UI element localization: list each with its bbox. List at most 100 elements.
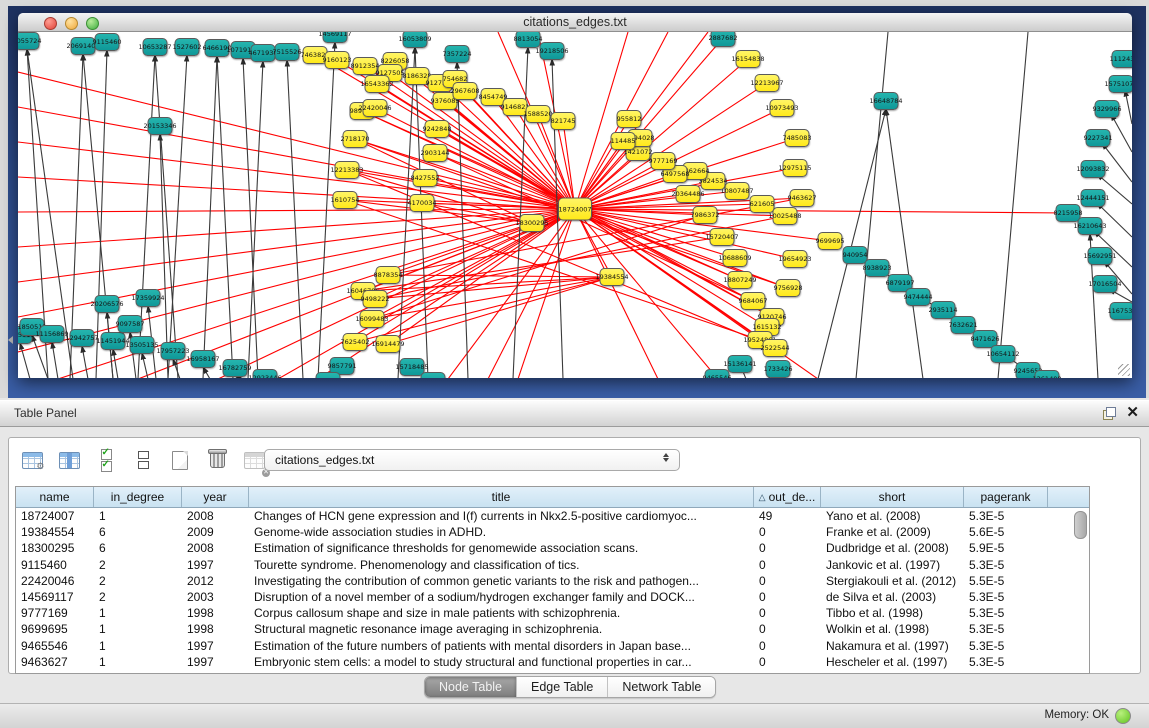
graph-node[interactable]: 15720407	[710, 228, 735, 246]
graph-node[interactable]: 13505135	[130, 336, 155, 354]
graph-node[interactable]: 16543362	[365, 75, 390, 93]
graph-node[interactable]: 16648784	[874, 92, 899, 110]
graph-node[interactable]: 7632621	[951, 316, 976, 334]
table-cell[interactable]: de Silva et al. (2003)	[821, 590, 964, 604]
graph-node[interactable]: 8878354	[376, 266, 401, 284]
graph-node[interactable]: 1733426	[766, 360, 791, 378]
graph-node[interactable]: 8215958	[1056, 204, 1081, 222]
table-cell[interactable]: 0	[754, 606, 821, 620]
table-cell[interactable]: 5.3E-5	[964, 655, 1048, 669]
graph-node[interactable]: 114485	[611, 132, 636, 150]
table-cell[interactable]: 2	[94, 558, 182, 572]
column-header-in-degree[interactable]: in_degree	[94, 487, 182, 507]
graph-node[interactable]: 1527602	[175, 38, 200, 56]
table-cell[interactable]: 0	[754, 541, 821, 555]
table-cell[interactable]: 5.3E-5	[964, 622, 1048, 636]
table-mode-icon[interactable]: ⚙	[19, 447, 45, 473]
table-row[interactable]: 1456911722003Disruption of a novel membe…	[16, 589, 1089, 605]
graph-node[interactable]: 10973493	[770, 99, 795, 117]
table-cell[interactable]: Yano et al. (2008)	[821, 509, 964, 523]
table-cell[interactable]: 14569117	[16, 590, 94, 604]
column-header-name[interactable]: name	[16, 487, 94, 507]
table-cell[interactable]: Corpus callosum shape and size in male p…	[249, 606, 754, 620]
table-cell[interactable]: 9777169	[16, 606, 94, 620]
graph-node[interactable]: 16958167	[191, 350, 216, 368]
graph-node[interactable]: 12923446	[253, 369, 278, 378]
table-cell[interactable]: 5.3E-5	[964, 558, 1048, 572]
graph-node[interactable]: 9699695	[818, 232, 843, 250]
table-cell[interactable]: 1	[94, 509, 182, 523]
graph-node[interactable]: 1588520	[526, 105, 551, 123]
resize-grip-icon[interactable]	[1118, 364, 1130, 376]
table-cell[interactable]: Embryonic stem cells: a model to study s…	[249, 655, 754, 669]
table-cell[interactable]: 6	[94, 525, 182, 539]
graph-node[interactable]: 16053809	[403, 32, 428, 48]
graph-node[interactable]: 9097587	[118, 315, 143, 333]
graph-node[interactable]: 17016504	[1093, 275, 1118, 293]
graph-node[interactable]: 7986372	[693, 206, 718, 224]
table-cell[interactable]: 2008	[182, 541, 249, 555]
table-cell[interactable]: 18300295	[16, 541, 94, 555]
graph-node[interactable]: 19654923	[783, 250, 808, 268]
graph-node[interactable]: 9242848	[425, 120, 450, 138]
table-cell[interactable]: Tourette syndrome. Phenomenology and cla…	[249, 558, 754, 572]
graph-node[interactable]: 7625402	[343, 333, 368, 351]
graph-node[interactable]: 8427552	[413, 169, 438, 187]
table-cell[interactable]: Estimation of the future numbers of pati…	[249, 639, 754, 653]
table-cell[interactable]: Estimation of significance thresholds fo…	[249, 541, 754, 555]
column-header-pagerank[interactable]: pagerank	[964, 487, 1048, 507]
graph-node[interactable]: 11451944	[101, 332, 126, 350]
table-cell[interactable]: 0	[754, 622, 821, 636]
graph-node[interactable]: 940954	[843, 246, 868, 264]
column-header-short[interactable]: short	[821, 487, 964, 507]
graph-node[interactable]: 10025488	[773, 207, 798, 225]
graph-node[interactable]: 9474444	[906, 288, 931, 306]
table-cell[interactable]: Wolkin et al. (1998)	[821, 622, 964, 636]
graph-node[interactable]: 9756928	[776, 279, 801, 297]
graph-node[interactable]: 12213967	[755, 74, 780, 92]
graph-node[interactable]: 1112435	[1112, 50, 1133, 68]
table-row[interactable]: 911546021997Tourette syndrome. Phenomeno…	[16, 557, 1089, 573]
table-row[interactable]: 946554611997Estimation of the future num…	[16, 638, 1089, 654]
graph-node[interactable]: 2903144	[423, 144, 448, 162]
close-panel-icon[interactable]: ✕	[1126, 404, 1139, 422]
table-cell[interactable]: Dudbridge et al. (2008)	[821, 541, 964, 555]
graph-node[interactable]: 1273463	[316, 372, 341, 378]
table-cell[interactable]: Stergiakouli et al. (2012)	[821, 574, 964, 588]
graph-node[interactable]: 12975115	[783, 159, 808, 177]
table-cell[interactable]: 9465546	[16, 639, 94, 653]
graph-node[interactable]: 1841923	[421, 372, 446, 378]
graph-node[interactable]: 1167534	[1110, 302, 1133, 320]
graph-node[interactable]: 19384554	[600, 268, 625, 286]
graph-node[interactable]: 15692951	[1088, 247, 1113, 265]
row-height-icon[interactable]	[130, 447, 156, 473]
table-cell[interactable]: 1	[94, 606, 182, 620]
graph-node[interactable]: 20206576	[95, 295, 120, 313]
table-cell[interactable]: 9463627	[16, 655, 94, 669]
graph-node[interactable]: 12093832	[1081, 160, 1106, 178]
table-cell[interactable]: 2	[94, 574, 182, 588]
table-cell[interactable]: 1998	[182, 606, 249, 620]
table-cell[interactable]: 1997	[182, 639, 249, 653]
graph-node[interactable]: 8912354	[353, 57, 378, 75]
table-cell[interactable]: 2008	[182, 509, 249, 523]
table-row[interactable]: 946362711997Embryonic stem cells: a mode…	[16, 654, 1089, 670]
table-row[interactable]: 2242004622012Investigating the contribut…	[16, 573, 1089, 589]
table-cell[interactable]: 2003	[182, 590, 249, 604]
graph-node[interactable]: 20153346	[148, 117, 173, 135]
graph-node[interactable]: 18300295	[520, 214, 545, 232]
table-cell[interactable]: Nakamura et al. (1997)	[821, 639, 964, 653]
graph-node[interactable]: 12213383	[335, 161, 360, 179]
table-cell[interactable]: Franke et al. (2009)	[821, 525, 964, 539]
show-columns-icon[interactable]	[56, 447, 82, 473]
graph-node[interactable]: 17359924	[136, 289, 161, 307]
table-cell[interactable]: 0	[754, 558, 821, 572]
graph-node[interactable]: 15751074	[1109, 75, 1133, 93]
graph-node[interactable]: 9498222	[363, 290, 388, 308]
vertical-scrollbar-thumb[interactable]	[1074, 511, 1087, 539]
network-window-titlebar[interactable]: citations_edges.txt	[18, 13, 1132, 32]
graph-node[interactable]: 16154838	[736, 50, 761, 68]
table-cell[interactable]: Genome-wide association studies in ADHD.	[249, 525, 754, 539]
column-header-out-de-[interactable]: △out_de...	[754, 487, 821, 507]
graph-node[interactable]: 9160123	[325, 51, 350, 69]
